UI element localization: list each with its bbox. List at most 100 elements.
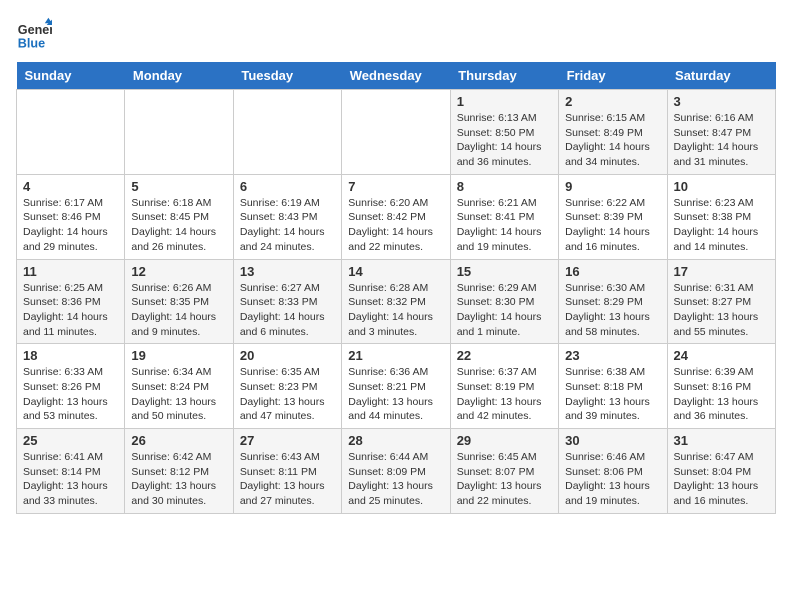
day-info: Sunrise: 6:30 AM Sunset: 8:29 PM Dayligh… bbox=[565, 281, 660, 340]
calendar-cell: 18 Sunrise: 6:33 AM Sunset: 8:26 PM Dayli… bbox=[17, 344, 125, 429]
day-info: Sunrise: 6:36 AM Sunset: 8:21 PM Dayligh… bbox=[348, 365, 443, 424]
day-number: 31 bbox=[674, 433, 769, 448]
day-number: 7 bbox=[348, 179, 443, 194]
day-number: 9 bbox=[565, 179, 660, 194]
day-info: Sunrise: 6:34 AM Sunset: 8:24 PM Dayligh… bbox=[131, 365, 226, 424]
header-sunday: Sunday bbox=[17, 62, 125, 90]
calendar-cell: 27Sunrise: 6:43 AM Sunset: 8:11 PM Dayli… bbox=[233, 429, 341, 514]
day-number: 28 bbox=[348, 433, 443, 448]
day-info: Sunrise: 6:42 AM Sunset: 8:12 PM Dayligh… bbox=[131, 450, 226, 509]
day-info: Sunrise: 6:17 AM Sunset: 8:46 PM Dayligh… bbox=[23, 196, 118, 255]
day-info: Sunrise: 6:31 AM Sunset: 8:27 PM Dayligh… bbox=[674, 281, 769, 340]
day-number: 20 bbox=[240, 348, 335, 363]
day-info: Sunrise: 6:47 AM Sunset: 8:04 PM Dayligh… bbox=[674, 450, 769, 509]
calendar-cell: 22 Sunrise: 6:37 AM Sunset: 8:19 PM Dayli… bbox=[450, 344, 558, 429]
page-header: General Blue bbox=[16, 16, 776, 52]
calendar-cell: 15 Sunrise: 6:29 AM Sunset: 8:30 PM Dayli… bbox=[450, 259, 558, 344]
day-info: Sunrise: 6:26 AM Sunset: 8:35 PM Dayligh… bbox=[131, 281, 226, 340]
day-number: 23 bbox=[565, 348, 660, 363]
svg-text:General: General bbox=[18, 23, 52, 37]
header-thursday: Thursday bbox=[450, 62, 558, 90]
day-number: 3 bbox=[674, 94, 769, 109]
calendar-cell: 1 Sunrise: 6:13 AM Sunset: 8:50 PM Daylig… bbox=[450, 90, 558, 175]
day-info: Sunrise: 6:23 AM Sunset: 8:38 PM Dayligh… bbox=[674, 196, 769, 255]
calendar-cell: 4 Sunrise: 6:17 AM Sunset: 8:46 PM Daylig… bbox=[17, 174, 125, 259]
day-number: 8 bbox=[457, 179, 552, 194]
day-info: Sunrise: 6:41 AM Sunset: 8:14 PM Dayligh… bbox=[23, 450, 118, 509]
calendar-cell: 30Sunrise: 6:46 AM Sunset: 8:06 PM Dayli… bbox=[559, 429, 667, 514]
calendar-cell: 10 Sunrise: 6:23 AM Sunset: 8:38 PM Dayli… bbox=[667, 174, 775, 259]
calendar-cell: 29 Sunrise: 6:45 AM Sunset: 8:07 PM Dayli… bbox=[450, 429, 558, 514]
day-number: 11 bbox=[23, 264, 118, 279]
day-number: 6 bbox=[240, 179, 335, 194]
day-number: 24 bbox=[674, 348, 769, 363]
calendar-cell: 11 Sunrise: 6:25 AM Sunset: 8:36 PM Dayli… bbox=[17, 259, 125, 344]
calendar-cell: 20 Sunrise: 6:35 AM Sunset: 8:23 PM Dayli… bbox=[233, 344, 341, 429]
day-info: Sunrise: 6:20 AM Sunset: 8:42 PM Dayligh… bbox=[348, 196, 443, 255]
day-info: Sunrise: 6:19 AM Sunset: 8:43 PM Dayligh… bbox=[240, 196, 335, 255]
day-info: Sunrise: 6:27 AM Sunset: 8:33 PM Dayligh… bbox=[240, 281, 335, 340]
day-number: 19 bbox=[131, 348, 226, 363]
day-info: Sunrise: 6:13 AM Sunset: 8:50 PM Dayligh… bbox=[457, 111, 552, 170]
day-number: 16 bbox=[565, 264, 660, 279]
logo: General Blue bbox=[16, 16, 56, 52]
calendar-cell: 23 Sunrise: 6:38 AM Sunset: 8:18 PM Dayli… bbox=[559, 344, 667, 429]
day-info: Sunrise: 6:29 AM Sunset: 8:30 PM Dayligh… bbox=[457, 281, 552, 340]
header-saturday: Saturday bbox=[667, 62, 775, 90]
calendar-cell: 2 Sunrise: 6:15 AM Sunset: 8:49 PM Daylig… bbox=[559, 90, 667, 175]
logo-icon: General Blue bbox=[16, 16, 52, 52]
day-number: 26 bbox=[131, 433, 226, 448]
day-number: 27 bbox=[240, 433, 335, 448]
calendar-cell: 24 Sunrise: 6:39 AM Sunset: 8:16 PM Dayli… bbox=[667, 344, 775, 429]
day-info: Sunrise: 6:46 AM Sunset: 8:06 PM Dayligh… bbox=[565, 450, 660, 509]
day-info: Sunrise: 6:37 AM Sunset: 8:19 PM Dayligh… bbox=[457, 365, 552, 424]
calendar-header: SundayMondayTuesdayWednesdayThursdayFrid… bbox=[17, 62, 776, 90]
calendar-cell: 17 Sunrise: 6:31 AM Sunset: 8:27 PM Dayli… bbox=[667, 259, 775, 344]
day-number: 25 bbox=[23, 433, 118, 448]
calendar-cell: 26 Sunrise: 6:42 AM Sunset: 8:12 PM Dayli… bbox=[125, 429, 233, 514]
day-number: 13 bbox=[240, 264, 335, 279]
day-number: 18 bbox=[23, 348, 118, 363]
day-info: Sunrise: 6:21 AM Sunset: 8:41 PM Dayligh… bbox=[457, 196, 552, 255]
day-number: 1 bbox=[457, 94, 552, 109]
day-number: 14 bbox=[348, 264, 443, 279]
header-tuesday: Tuesday bbox=[233, 62, 341, 90]
calendar-cell: 13 Sunrise: 6:27 AM Sunset: 8:33 PM Dayli… bbox=[233, 259, 341, 344]
day-number: 21 bbox=[348, 348, 443, 363]
day-number: 15 bbox=[457, 264, 552, 279]
day-number: 29 bbox=[457, 433, 552, 448]
calendar-cell: 21 Sunrise: 6:36 AM Sunset: 8:21 PM Dayli… bbox=[342, 344, 450, 429]
day-number: 17 bbox=[674, 264, 769, 279]
header-monday: Monday bbox=[125, 62, 233, 90]
day-info: Sunrise: 6:45 AM Sunset: 8:07 PM Dayligh… bbox=[457, 450, 552, 509]
calendar-cell: 7 Sunrise: 6:20 AM Sunset: 8:42 PM Daylig… bbox=[342, 174, 450, 259]
calendar-cell: 5Sunrise: 6:18 AM Sunset: 8:45 PM Daylig… bbox=[125, 174, 233, 259]
day-number: 22 bbox=[457, 348, 552, 363]
day-number: 10 bbox=[674, 179, 769, 194]
day-info: Sunrise: 6:25 AM Sunset: 8:36 PM Dayligh… bbox=[23, 281, 118, 340]
day-number: 12 bbox=[131, 264, 226, 279]
day-info: Sunrise: 6:44 AM Sunset: 8:09 PM Dayligh… bbox=[348, 450, 443, 509]
day-info: Sunrise: 6:35 AM Sunset: 8:23 PM Dayligh… bbox=[240, 365, 335, 424]
day-info: Sunrise: 6:22 AM Sunset: 8:39 PM Dayligh… bbox=[565, 196, 660, 255]
header-wednesday: Wednesday bbox=[342, 62, 450, 90]
day-number: 2 bbox=[565, 94, 660, 109]
day-number: 4 bbox=[23, 179, 118, 194]
day-info: Sunrise: 6:18 AM Sunset: 8:45 PM Dayligh… bbox=[131, 196, 226, 255]
calendar-cell: 9 Sunrise: 6:22 AM Sunset: 8:39 PM Daylig… bbox=[559, 174, 667, 259]
calendar-table: SundayMondayTuesdayWednesdayThursdayFrid… bbox=[16, 62, 776, 514]
calendar-cell: 16 Sunrise: 6:30 AM Sunset: 8:29 PM Dayli… bbox=[559, 259, 667, 344]
calendar-cell: 25 Sunrise: 6:41 AM Sunset: 8:14 PM Dayli… bbox=[17, 429, 125, 514]
calendar-cell bbox=[17, 90, 125, 175]
calendar-cell: 31 Sunrise: 6:47 AM Sunset: 8:04 PM Dayli… bbox=[667, 429, 775, 514]
calendar-cell bbox=[125, 90, 233, 175]
calendar-cell: 19 Sunrise: 6:34 AM Sunset: 8:24 PM Dayli… bbox=[125, 344, 233, 429]
calendar-cell: 14Sunrise: 6:28 AM Sunset: 8:32 PM Dayli… bbox=[342, 259, 450, 344]
calendar-cell bbox=[233, 90, 341, 175]
day-info: Sunrise: 6:15 AM Sunset: 8:49 PM Dayligh… bbox=[565, 111, 660, 170]
calendar-cell: 12 Sunrise: 6:26 AM Sunset: 8:35 PM Dayli… bbox=[125, 259, 233, 344]
day-info: Sunrise: 6:16 AM Sunset: 8:47 PM Dayligh… bbox=[674, 111, 769, 170]
day-info: Sunrise: 6:39 AM Sunset: 8:16 PM Dayligh… bbox=[674, 365, 769, 424]
day-info: Sunrise: 6:38 AM Sunset: 8:18 PM Dayligh… bbox=[565, 365, 660, 424]
day-info: Sunrise: 6:33 AM Sunset: 8:26 PM Dayligh… bbox=[23, 365, 118, 424]
